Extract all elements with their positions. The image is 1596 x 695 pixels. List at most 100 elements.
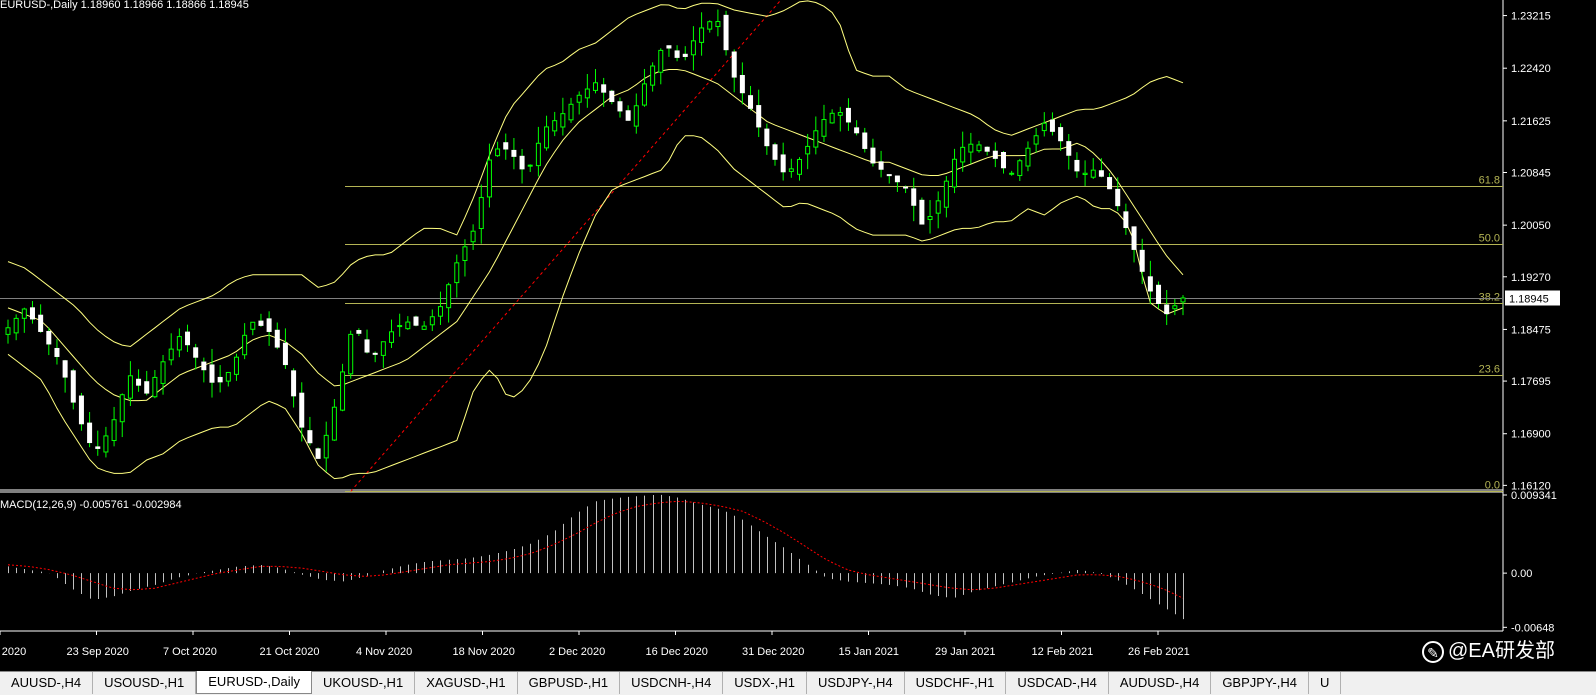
candle-body xyxy=(413,316,419,326)
candle-body xyxy=(454,262,460,284)
time-tick-label: 12 Feb 2021 xyxy=(1032,646,1094,658)
fib-level-label: 23.6 xyxy=(1479,364,1500,376)
candle-body xyxy=(348,333,354,375)
candle-body xyxy=(323,434,329,459)
time-tick-label: 23 Sep 2020 xyxy=(67,646,129,658)
candle-body xyxy=(544,126,550,149)
candle-body xyxy=(274,329,280,348)
macd-signal-line xyxy=(7,500,1184,599)
candle-body xyxy=(233,356,239,375)
chart-tab[interactable]: USDJPY-,H4 xyxy=(807,672,905,694)
candle-body xyxy=(707,21,713,30)
chart-tab[interactable]: USDCAD-,H4 xyxy=(1006,672,1109,694)
candle-body xyxy=(1123,211,1129,229)
chart-tab[interactable]: UKOUSD-,H1 xyxy=(312,672,416,694)
candle-body xyxy=(650,65,656,86)
candle-body xyxy=(609,90,615,103)
candle-body xyxy=(1164,304,1170,315)
candle-body xyxy=(1107,177,1113,190)
price-tick-label: 1.21625 xyxy=(1511,116,1551,128)
candle-body xyxy=(1025,147,1031,167)
candle-body xyxy=(21,308,27,319)
candle-body xyxy=(870,147,876,164)
price-tick-label: 1.20050 xyxy=(1511,220,1551,232)
chart-tab[interactable]: U xyxy=(1309,672,1342,694)
candle-body xyxy=(511,149,517,157)
candle-body xyxy=(225,371,231,382)
chart-tab[interactable]: AUUSD-,H4 xyxy=(0,672,94,694)
candle-body xyxy=(340,371,346,411)
candle-body xyxy=(1098,170,1104,177)
candle-body xyxy=(1156,284,1162,304)
symbol-header: EURUSD-,Daily 1.18960 1.18966 1.18866 1.… xyxy=(0,0,249,11)
candle-body xyxy=(291,370,297,397)
chart-tab[interactable]: USDX-,H1 xyxy=(723,672,807,694)
chart-tab[interactable]: USDCNH-,H4 xyxy=(620,672,724,694)
candle-body xyxy=(1000,151,1006,169)
bollinger-upper-band xyxy=(7,0,1184,348)
candle-body xyxy=(307,430,313,444)
chart-tab[interactable]: USOUSD-,H1 xyxy=(93,672,197,694)
time-tick-label: 31 Dec 2020 xyxy=(742,646,804,658)
bollinger-middle-band xyxy=(7,69,1184,402)
candle-body xyxy=(1033,135,1039,145)
candle-body xyxy=(927,215,933,221)
candle-body xyxy=(193,347,199,358)
time-tick-label: 15 Jan 2021 xyxy=(839,646,900,658)
candle-body xyxy=(903,186,909,189)
candle-body xyxy=(552,120,558,132)
watermark-text: @EA研发部 xyxy=(1448,640,1555,662)
candle-body xyxy=(62,360,68,378)
time-tick-label: 9 Sep 2020 xyxy=(0,646,26,658)
candle-body xyxy=(968,143,974,153)
chart-tab[interactable]: GBPJPY-,H4 xyxy=(1211,672,1309,694)
candle-body xyxy=(144,381,150,394)
candle-body xyxy=(976,144,982,152)
candle-body xyxy=(943,180,949,208)
candle-body xyxy=(462,246,468,261)
chart-tab[interactable]: EURUSD-,Daily xyxy=(196,671,312,694)
candle-body xyxy=(772,144,778,160)
candle-body xyxy=(1139,249,1145,272)
candle-body xyxy=(788,168,794,172)
candle-body xyxy=(617,101,623,112)
watermark: ✎ @EA研发部 xyxy=(1422,634,1555,663)
trading-chart[interactable]: 100.061.850.038.223.60.0 1.232151.224201… xyxy=(0,0,1596,671)
candle-body xyxy=(894,175,900,183)
candle-body xyxy=(878,161,884,170)
candle-body xyxy=(813,130,819,148)
chart-tab[interactable]: XAGUSD-,H1 xyxy=(415,672,518,694)
candle-body xyxy=(250,321,256,330)
candle-body xyxy=(397,325,403,328)
chart-tab[interactable]: AUDUSD-,H4 xyxy=(1109,672,1212,694)
macd-tick-label: 0.00 xyxy=(1511,568,1532,580)
candle-body xyxy=(919,199,925,225)
candle-body xyxy=(658,49,664,73)
candle-body xyxy=(5,327,11,335)
candle-body xyxy=(519,155,525,170)
candle-body xyxy=(95,446,101,449)
candle-body xyxy=(209,364,215,383)
price-tick-label: 1.20845 xyxy=(1511,167,1551,179)
macd-pane xyxy=(7,494,1184,620)
chart-tab[interactable]: GBPUSD-,H1 xyxy=(518,672,621,694)
candle-body xyxy=(176,336,182,351)
candle-body xyxy=(486,159,492,198)
chart-tab[interactable]: USDCHF-,H1 xyxy=(905,672,1007,694)
candle-body xyxy=(854,127,860,134)
candle-body xyxy=(984,146,990,152)
candle-body xyxy=(437,306,443,317)
candle-body xyxy=(584,88,590,99)
candle-body xyxy=(1115,188,1121,207)
price-tick-label: 1.18475 xyxy=(1511,324,1551,336)
candle-body xyxy=(152,376,158,398)
macd-header: MACD(12,26,9) -0.005761 -0.002984 xyxy=(0,499,182,511)
candle-body xyxy=(160,361,166,384)
candle-body xyxy=(364,339,370,353)
candle-body xyxy=(911,188,917,206)
chart-tab-bar: AUUSD-,H4 USOUSD-,H1 EURUSD-,Daily UKOUSD-,… xyxy=(0,671,1596,695)
candle-body xyxy=(1049,119,1055,132)
candle-body xyxy=(405,321,411,330)
candle-body xyxy=(495,148,501,157)
fib-trendline xyxy=(350,0,782,492)
